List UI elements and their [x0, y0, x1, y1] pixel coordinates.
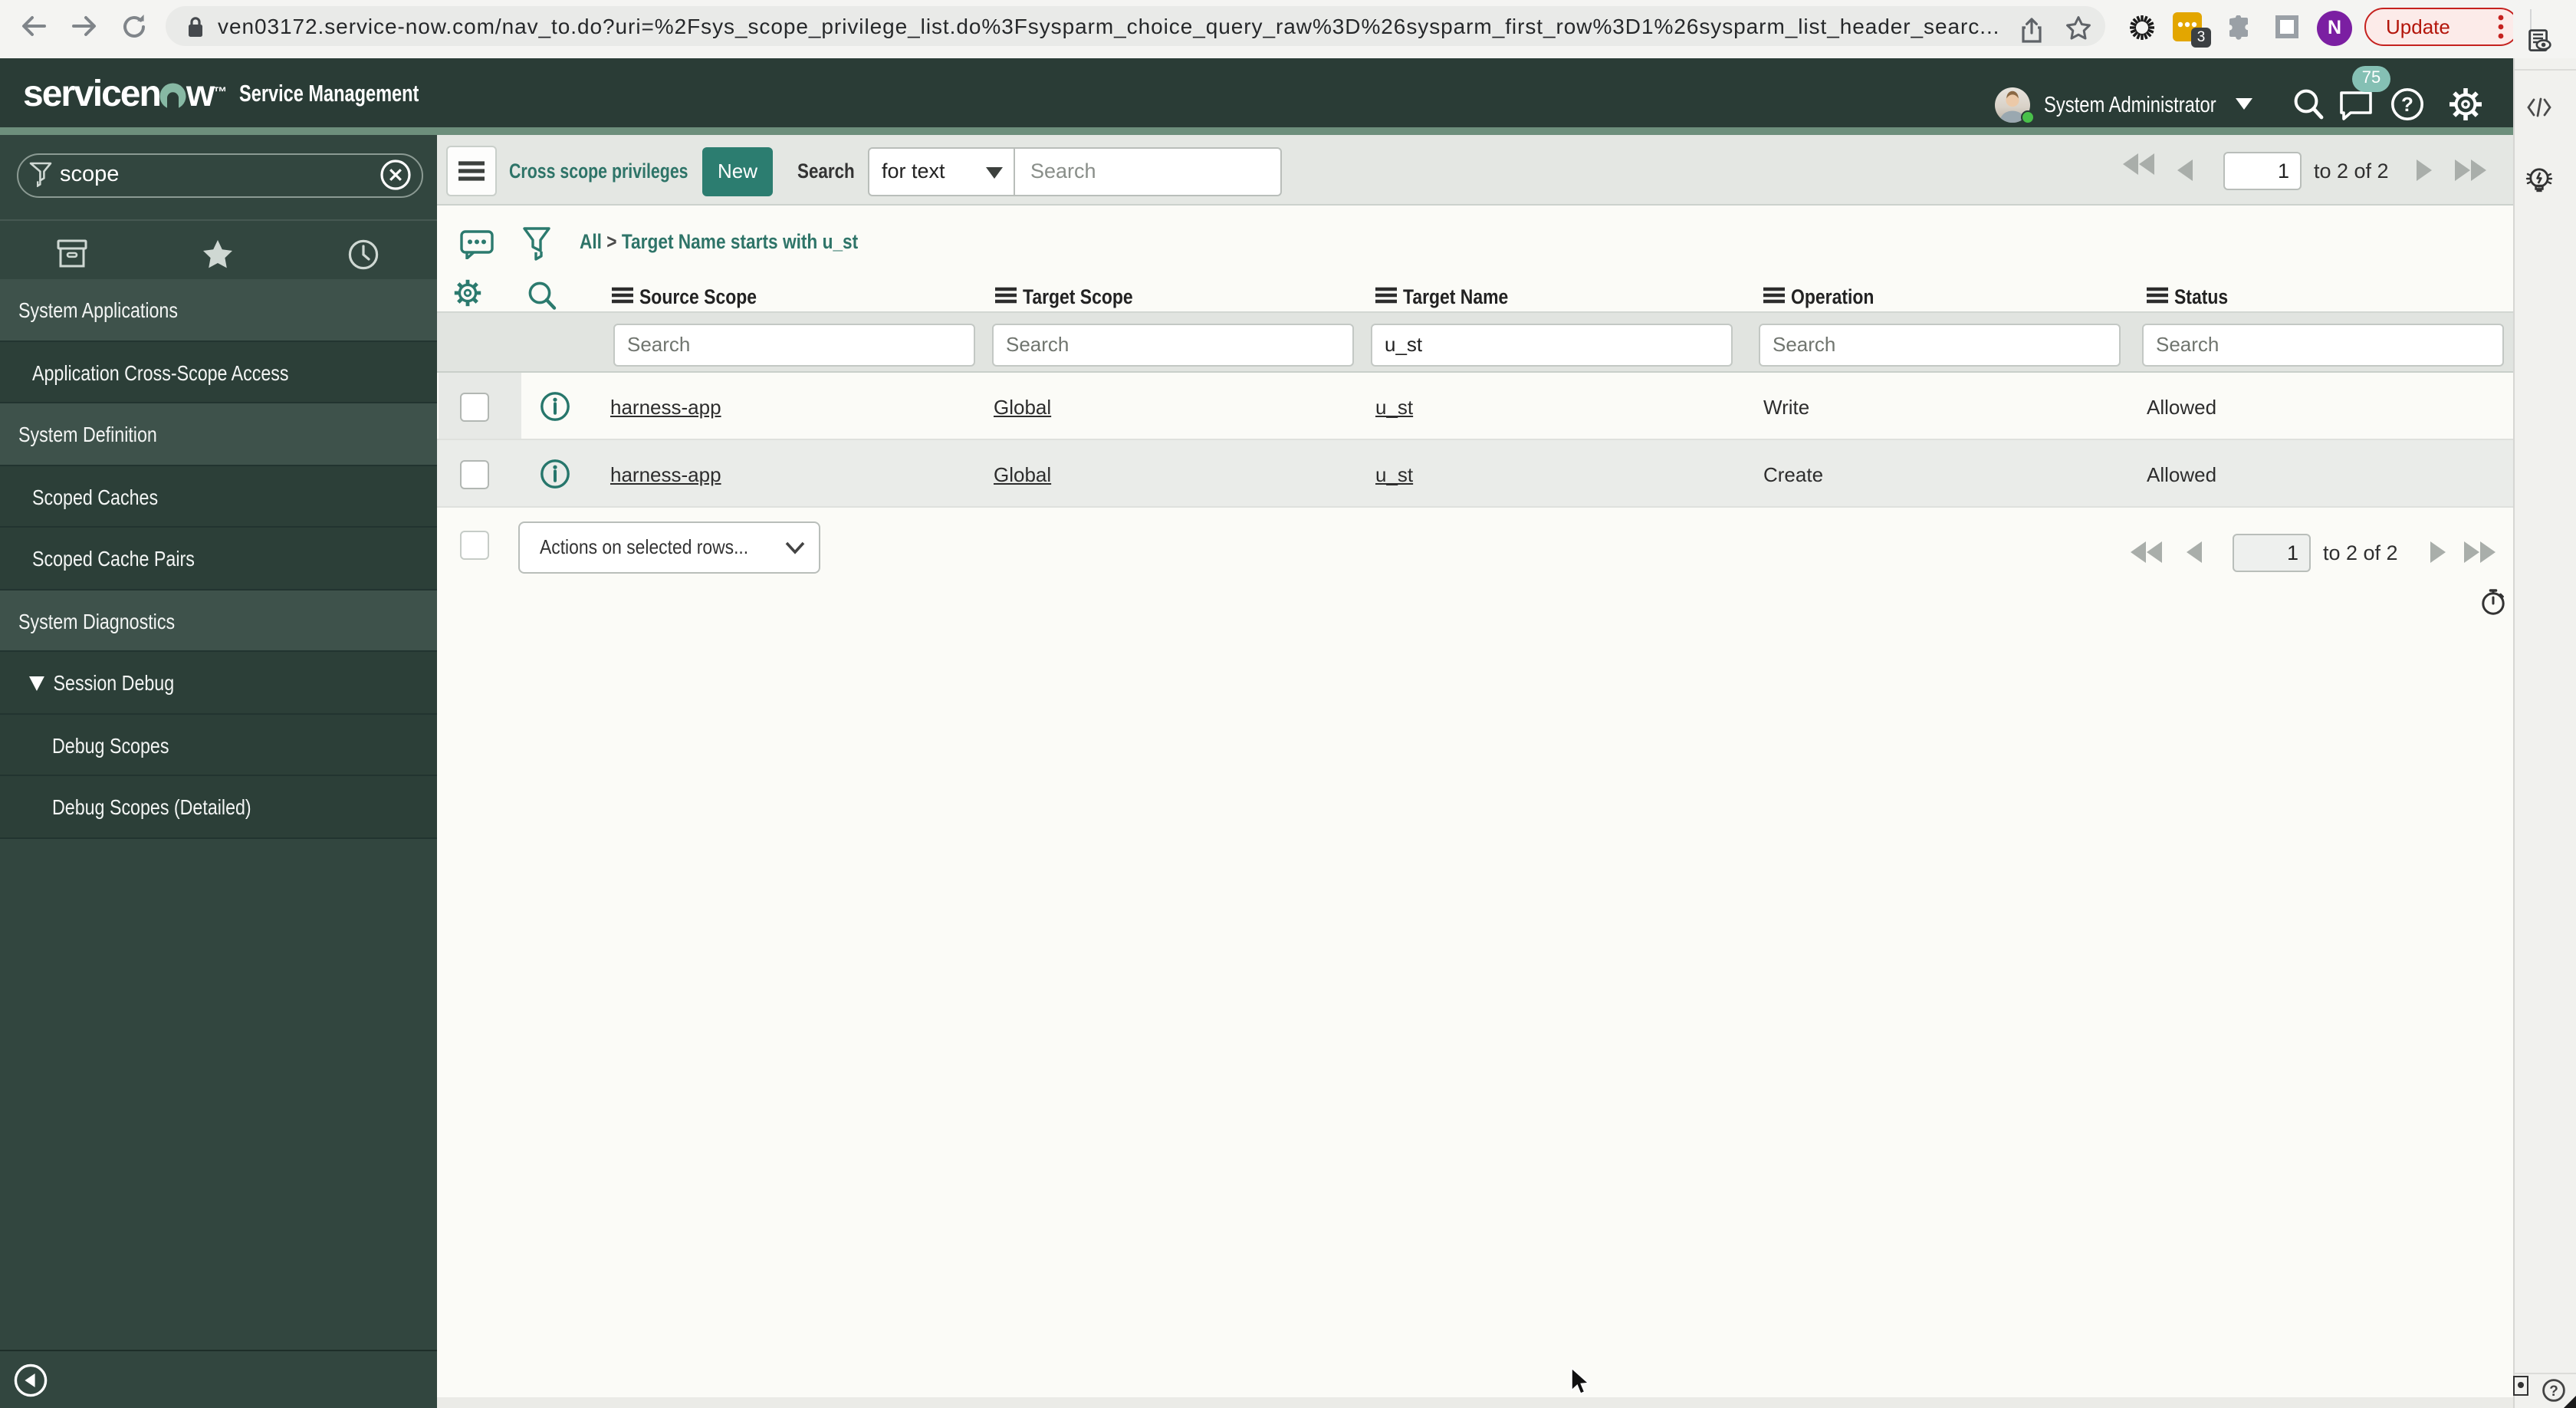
- svg-text:?: ?: [2549, 1383, 2558, 1400]
- svg-text:?: ?: [2401, 93, 2413, 116]
